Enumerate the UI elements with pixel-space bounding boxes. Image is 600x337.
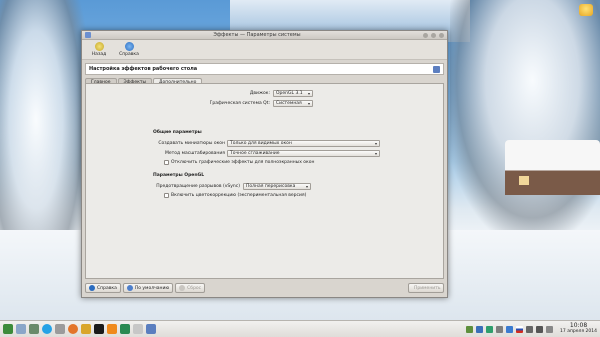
chevron-down-icon: ▾ (374, 151, 377, 156)
document-icon[interactable] (120, 324, 130, 334)
unredirect-label: Отключить графические эффекты для полноэ… (171, 160, 315, 165)
backend-label: Движок: (249, 91, 270, 96)
taskbar: 10:08 17 апреля 2014 (0, 320, 600, 337)
defaults-button[interactable]: По умолчанию (122, 283, 174, 293)
editor-icon[interactable] (94, 324, 104, 334)
back-button[interactable]: Назад (86, 42, 112, 57)
help-toolbar-button[interactable]: Справка (116, 42, 142, 57)
tray-update-icon[interactable] (486, 325, 494, 333)
general-options-heading: Общие параметры (153, 130, 202, 135)
trash-icon (579, 4, 593, 16)
help-button-label: Справка (97, 285, 117, 291)
thumbnails-select[interactable]: Только для видимых окон ▾ (227, 140, 380, 147)
terminal-icon[interactable] (29, 324, 39, 334)
chevron-down-icon: ▾ (305, 184, 308, 189)
scale-method-label: Метод масштабирования (165, 151, 225, 156)
help-toolbar-label: Справка (119, 52, 139, 57)
system-settings-window: Эффекты — Параметры системы Назад Справк… (81, 30, 448, 298)
reset-button[interactable]: Сброс (175, 283, 206, 293)
help-button[interactable]: Справка (85, 283, 121, 293)
unredirect-checkbox[interactable] (164, 160, 169, 165)
thumbnails-row: Создавать миниатюры окон Только для види… (126, 140, 380, 147)
tray-network-icon[interactable] (466, 325, 474, 333)
media-icon[interactable] (81, 324, 91, 334)
advanced-tab-panel: Движок: OpenGL 3.1 ▾ Графическая система… (85, 83, 444, 279)
qt-graphics-value: Системная (276, 101, 302, 106)
keyboard-layout-flag-icon[interactable] (516, 325, 524, 333)
unredirect-row[interactable]: Отключить графические эффекты для полноэ… (164, 160, 314, 165)
backend-row: Движок: OpenGL 3.1 ▾ (174, 90, 313, 97)
skype-icon[interactable] (42, 324, 52, 334)
help-icon (89, 285, 95, 291)
close-button[interactable] (439, 32, 444, 38)
back-arrow-icon (94, 42, 104, 51)
minimize-button[interactable] (423, 32, 428, 38)
vsync-row: Предотвращение разрывов (vSync) Полная п… (126, 183, 311, 190)
firefox-icon[interactable] (68, 324, 78, 334)
color-correction-label: Включить цветокоррекцию (экспериментальн… (171, 193, 307, 198)
qt-graphics-select[interactable]: Системная ▾ (273, 100, 313, 107)
tray-clipboard-icon[interactable] (496, 325, 504, 333)
system-settings-task-icon[interactable] (146, 324, 156, 334)
module-title: Настройка эффектов рабочего стола (89, 66, 198, 72)
file-manager-icon[interactable] (16, 324, 26, 334)
clock[interactable]: 10:08 17 апреля 2014 (560, 323, 597, 335)
clock-date: 17 апреля 2014 (560, 329, 597, 334)
dialog-button-bar: Справка По умолчанию Сброс Применить (85, 282, 444, 294)
tray-skype-icon[interactable] (506, 325, 514, 333)
qt-graphics-label: Графическая система Qt: (209, 101, 270, 106)
reset-button-label: Сброс (187, 285, 202, 291)
color-correction-checkbox[interactable] (164, 193, 169, 198)
vsync-value: Полная перерисовка (246, 184, 296, 189)
chevron-down-icon: ▾ (307, 101, 310, 106)
window-title: Эффекты — Параметры системы (213, 32, 301, 38)
scale-method-value: Точное сглаживание (230, 151, 280, 156)
background-snowy-tree-right (450, 0, 600, 230)
tray-notifications-icon[interactable] (546, 325, 554, 333)
defaults-button-label: По умолчанию (134, 285, 170, 291)
tray-bluetooth-icon[interactable] (476, 325, 484, 333)
backend-select[interactable]: OpenGL 3.1 ▾ (273, 90, 313, 97)
vlc-icon[interactable] (107, 324, 117, 334)
settings-icon[interactable] (55, 324, 65, 334)
reset-icon (179, 285, 186, 291)
apply-button-label: Применить (414, 285, 441, 291)
backend-value: OpenGL 3.1 (276, 91, 303, 96)
maximize-button[interactable] (431, 32, 436, 38)
app-icon (85, 32, 91, 38)
tray-battery-icon[interactable] (526, 325, 534, 333)
tray-volume-icon[interactable] (536, 325, 544, 333)
color-correction-row[interactable]: Включить цветокоррекцию (экспериментальн… (164, 193, 306, 198)
vsync-select[interactable]: Полная перерисовка ▾ (243, 183, 311, 190)
module-icon (433, 65, 440, 73)
thumbnails-value: Только для видимых окон (230, 141, 292, 146)
app-launcher-icon[interactable] (3, 324, 13, 334)
thumbnails-label: Создавать миниатюры окон (158, 141, 225, 146)
module-header: Настройка эффектов рабочего стола (85, 63, 444, 75)
back-label: Назад (91, 52, 107, 57)
window-toolbar: Назад Справка (82, 40, 447, 60)
chevron-down-icon: ▾ (307, 91, 310, 96)
background-house (505, 140, 600, 195)
help-icon (124, 42, 134, 51)
qt-graphics-row: Графическая система Qt: Системная ▾ (174, 100, 313, 107)
scale-method-select[interactable]: Точное сглаживание ▾ (227, 150, 380, 157)
chevron-down-icon: ▾ (374, 141, 377, 146)
system-tray: 10:08 17 апреля 2014 (466, 323, 597, 335)
opengl-options-heading: Параметры OpenGL (153, 173, 205, 178)
defaults-icon (126, 285, 133, 291)
desktop-trash-icon[interactable] (576, 4, 596, 16)
vsync-label: Предотвращение разрывов (vSync) (156, 184, 240, 189)
window-titlebar[interactable]: Эффекты — Параметры системы (82, 31, 447, 40)
screenshot-icon[interactable] (133, 324, 143, 334)
scale-method-row: Метод масштабирования Точное сглаживание… (126, 150, 380, 157)
apply-button[interactable]: Применить (408, 283, 444, 293)
